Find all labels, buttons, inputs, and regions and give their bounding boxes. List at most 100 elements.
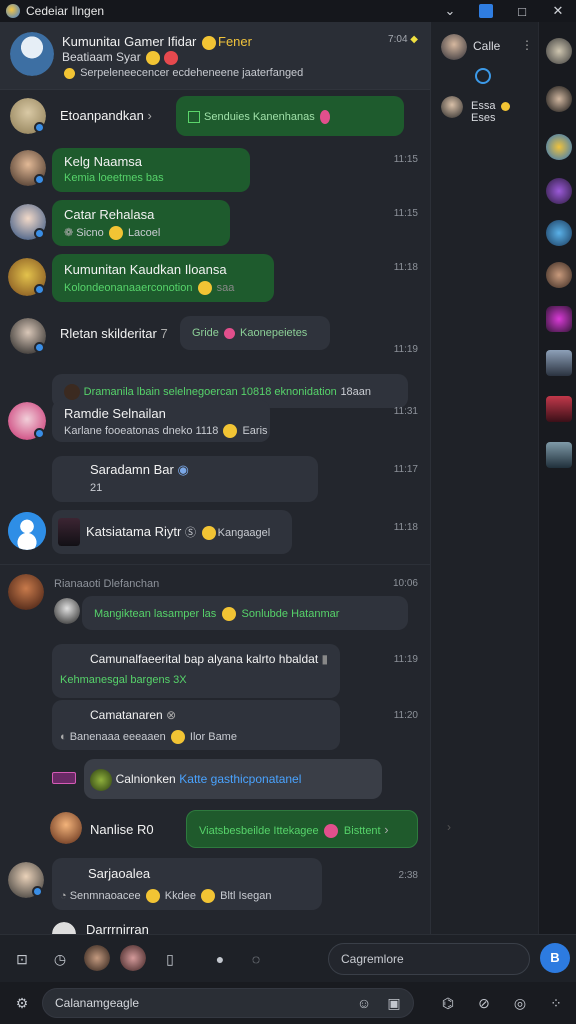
sender-name: Etoanpandkan › bbox=[60, 108, 152, 123]
app-title: Cedeiar Ilngen bbox=[26, 4, 105, 18]
message-row: Etoanpandkan › Senduies Kanenhanas bbox=[0, 94, 430, 144]
send-button[interactable]: B bbox=[540, 943, 570, 973]
message-time: 11:18 bbox=[393, 262, 418, 273]
contact-avatar[interactable] bbox=[441, 96, 463, 118]
message-text: Kemia loeetmes bas bbox=[64, 172, 164, 184]
message-row: Kelg Naamsa Kemia loeetmes bas 11:15 bbox=[0, 146, 430, 198]
group-avatar[interactable] bbox=[10, 32, 54, 76]
message-bubble[interactable]: Catar Rehalasa ❁ Sicno Lacoel bbox=[52, 200, 230, 246]
chevron-right-icon[interactable]: › bbox=[447, 820, 451, 834]
chat-subtitle: Beatiaam Syar bbox=[62, 50, 180, 65]
message-time: 2:38 bbox=[398, 870, 418, 881]
rail-avatar[interactable] bbox=[546, 262, 572, 288]
message-row: Catar Rehalasa ❁ Sicno Lacoel 11:15 bbox=[0, 198, 430, 252]
message-row: Ramdie Selnailan Karlane fooeatonas dnek… bbox=[0, 398, 430, 458]
message-row: Katsiatama Riytr Ⓢ Kangaagel 11:18 bbox=[0, 508, 430, 562]
message-bubble[interactable]: Mangiktean lasamper las Sonlubde Hatanma… bbox=[82, 596, 408, 630]
message-time: 11:19 bbox=[393, 344, 418, 355]
maximize-button[interactable]: □ bbox=[504, 0, 540, 22]
message-bubble[interactable]: Calnionken Katte gasthicponatanel bbox=[84, 759, 382, 799]
sender-name: Nanlise R0 bbox=[90, 822, 154, 837]
rail-avatar[interactable] bbox=[546, 306, 572, 332]
message-row: Camunalfaeerital bap alyana kalrto hbald… bbox=[0, 644, 430, 700]
attach-icon[interactable]: ⊡ bbox=[10, 947, 34, 971]
message-bubble[interactable]: Kelg Naamsa Kemia loeetmes bas bbox=[52, 148, 250, 192]
rail-avatar[interactable] bbox=[546, 86, 572, 112]
message-bubble[interactable]: Viatsbesbeilde Ittekagee Bisttent › bbox=[186, 810, 418, 848]
sender-name: Catar Rehalasa bbox=[64, 207, 155, 222]
user-avatar[interactable] bbox=[120, 945, 146, 971]
message-bubble[interactable]: Katsiatama Riytr Ⓢ Kangaagel bbox=[52, 510, 292, 554]
contact-avatar[interactable] bbox=[441, 34, 467, 60]
message-time: 10:06 bbox=[392, 578, 418, 589]
message-time: 11:15 bbox=[393, 208, 418, 219]
emoji-icon[interactable]: ◌ bbox=[244, 947, 268, 971]
message-bubble[interactable]: Saradamn Bar ◉ 21 bbox=[52, 456, 318, 502]
rail-avatar[interactable] bbox=[546, 178, 572, 204]
message-row: Nanlise R0 Viatsbesbeilde Ittekagee Bist… bbox=[0, 806, 430, 856]
link-icon[interactable]: ⊘ bbox=[472, 991, 496, 1015]
rail-avatar[interactable] bbox=[546, 350, 572, 376]
contact-panel: Calle ⋮ Essa Eses › bbox=[430, 22, 538, 934]
sender-name: Rletan skilderitar 7 bbox=[60, 326, 168, 341]
message-time: 11:17 bbox=[393, 464, 418, 475]
sender-name: Kelg Naamsa bbox=[64, 154, 143, 169]
chat-icon[interactable]: ● bbox=[208, 947, 232, 971]
reply-icon[interactable] bbox=[52, 772, 76, 784]
message-bubble[interactable]: Ramdie Selnailan Karlane fooeatonas dnek… bbox=[52, 400, 270, 442]
rail-avatar[interactable] bbox=[546, 134, 572, 160]
message-row: Rianaaoti Dlefanchan 10:06 Mangiktean la… bbox=[0, 570, 430, 632]
message-row: Calnionken Katte gasthicponatanel bbox=[0, 756, 430, 804]
document-icon[interactable]: ▯ bbox=[158, 947, 182, 971]
user-avatar[interactable] bbox=[50, 812, 82, 844]
pin-icon[interactable]: ⌬ bbox=[436, 991, 460, 1015]
user-avatar[interactable] bbox=[84, 945, 110, 971]
message-time: 11:20 bbox=[393, 710, 418, 721]
chat-title: Kumunitaı Gamer Ifidar Fener bbox=[62, 34, 252, 50]
message-row: Darrrnirran bbox=[0, 918, 430, 934]
message-bubble[interactable]: Camatanaren ⊗ ◐ Banenaaa eeeaaen Ilor Ba… bbox=[52, 700, 340, 750]
server-rail bbox=[538, 22, 576, 934]
message-row: Saradamn Bar ◉ 21 11:17 bbox=[0, 456, 430, 506]
rail-avatar[interactable] bbox=[546, 442, 572, 468]
more-icon[interactable]: ⋮ bbox=[521, 38, 533, 52]
user-avatar[interactable] bbox=[52, 922, 76, 934]
check-icon[interactable]: ◷ bbox=[48, 947, 72, 971]
message-bubble[interactable]: Kumunitan Kaudkan Iloansa Kolondeonanaae… bbox=[52, 254, 274, 302]
rail-avatar[interactable] bbox=[546, 38, 572, 64]
chevron-down-icon[interactable]: ⌄ bbox=[432, 0, 468, 22]
close-button[interactable]: ✕ bbox=[540, 0, 576, 22]
more-icon[interactable]: ⁘ bbox=[544, 991, 568, 1015]
message-row: Camatanaren ⊗ ◐ Banenaaa eeeaaen Ilor Ba… bbox=[0, 700, 430, 754]
input-row: ⚙ Calanamgeagle ☺ ▣ ⌬ ⊘ ◎ ⁘ bbox=[0, 982, 576, 1024]
message-chip[interactable]: Gride Kaonepeietes bbox=[180, 316, 330, 350]
message-bubble[interactable]: Senduies Kanenhanas bbox=[176, 96, 404, 136]
chat-panel: Kumunitaı Gamer Ifidar Fener 7:04 ◆ Beat… bbox=[0, 22, 430, 934]
message-bubble[interactable]: Sarjaoalea ◔ Senmnaoacee Kkdee Bltl Iseg… bbox=[52, 858, 322, 910]
sender-name: Ramdie Selnailan bbox=[64, 406, 166, 421]
status-icon[interactable] bbox=[475, 68, 491, 84]
sender-name: Kumunitan Kaudkan Iloansa bbox=[64, 262, 227, 277]
message-time: 11:18 bbox=[393, 522, 418, 533]
settings-icon[interactable]: ⚙ bbox=[10, 991, 34, 1015]
search-input[interactable]: Cagremlore bbox=[328, 943, 530, 975]
sender-name: Darrrnirran bbox=[86, 922, 149, 934]
rail-avatar[interactable] bbox=[546, 396, 572, 422]
section-divider bbox=[0, 564, 430, 565]
user-avatar bbox=[58, 518, 80, 546]
camera-icon[interactable]: ◎ bbox=[508, 991, 532, 1015]
rail-avatar[interactable] bbox=[546, 220, 572, 246]
contact-name[interactable]: Calle bbox=[473, 39, 500, 53]
chat-header[interactable]: Kumunitaı Gamer Ifidar Fener 7:04 ◆ Beat… bbox=[0, 22, 430, 90]
emoji-icon[interactable]: ☺ bbox=[352, 991, 376, 1015]
message-bubble[interactable]: Camunalfaeerital bap alyana kalrto hbald… bbox=[52, 644, 340, 698]
chat-preview: Serpeleneecencer ecdeheneene jaaterfange… bbox=[62, 67, 303, 79]
message-time: 11:31 bbox=[393, 406, 418, 417]
user-avatar[interactable] bbox=[8, 574, 44, 610]
message-time: 11:19 bbox=[393, 654, 418, 665]
send-icon[interactable]: ▣ bbox=[382, 991, 406, 1015]
user-avatar[interactable] bbox=[8, 512, 46, 550]
user-avatar[interactable] bbox=[54, 598, 80, 624]
chat-time: 7:04 ◆ bbox=[388, 34, 418, 45]
account-icon[interactable] bbox=[468, 0, 504, 22]
